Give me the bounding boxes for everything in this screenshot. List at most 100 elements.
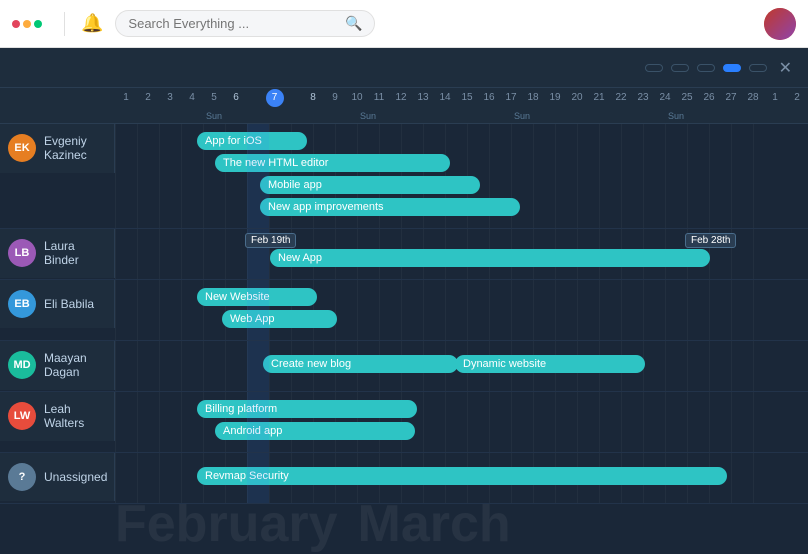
grid-line [159,341,160,391]
days-button[interactable] [697,64,715,72]
grid-line [731,392,732,452]
grid-line [203,229,204,279]
grid-line [357,280,358,340]
grid-line [335,280,336,340]
ruler-day-26: 26 [698,88,720,108]
grid-line [137,453,138,503]
gantt-bar[interactable]: The new HTML editor [215,154,450,172]
ruler-sun-11: Sun [357,108,379,123]
gantt-bar[interactable]: Billing platform [197,400,417,418]
grid-line [621,280,622,340]
ruler-day-19: 19 [544,88,566,108]
grid-line [401,280,402,340]
row-label-4: LWLeah Walters [0,392,115,441]
gantt-bar[interactable]: New app improvements [260,198,520,216]
grid-line [665,341,666,391]
gantt-bar[interactable]: App for iOS [197,132,307,150]
row-label-0: EKEvgeniy Kazinec [0,124,115,173]
row-avatar-1: LB [8,239,36,267]
grid-line [555,280,556,340]
gantt-bar[interactable]: Web App [222,310,337,328]
grid-line [687,280,688,340]
ruler-sun-10 [335,108,357,123]
timeline-row: LBLaura BinderFeb 19thFeb 28thNew App [0,229,808,280]
ruler-sun-3 [181,108,203,123]
grid-line [577,392,578,452]
grid-line [621,124,622,228]
row-name-0: Evgeniy Kazinec [44,134,106,163]
grid-line [489,392,490,452]
grid-line [115,453,116,503]
ruler-sun-14 [423,108,445,123]
timeline-button[interactable] [671,64,689,72]
ruler-sun-20 [555,108,577,123]
grid-line [709,341,710,391]
search-input[interactable] [128,16,337,31]
ruler-day-21: 21 [588,88,610,108]
months-button[interactable] [749,64,767,72]
rows-container[interactable]: February March EKEvgeniy KazinecApp for … [0,124,808,554]
grid-line [203,341,204,391]
grid-line [467,392,468,452]
ruler-day-7: 7 [266,89,284,107]
gantt-bar[interactable]: Mobile app [260,176,480,194]
grid-line [423,392,424,452]
avatar[interactable] [764,8,796,40]
grid-line [181,341,182,391]
ruler-sun-15 [445,108,467,123]
ruler-sun-12 [379,108,401,123]
header-right [764,8,796,40]
date-pin: Feb 28th [685,233,736,248]
ruler-sun-26 [687,108,709,123]
close-icon[interactable]: ✕ [775,58,796,78]
ruler-day-23: 23 [632,88,654,108]
grid-line [445,280,446,340]
gantt-bar[interactable]: Android app [215,422,415,440]
ruler-day-5: 5 [203,88,225,108]
grid-line [731,453,732,503]
grid-line [423,280,424,340]
ruler-day-16: 16 [478,88,500,108]
row-bars-0: App for iOS The new HTML editor Mobile app… [115,124,808,228]
gantt-bar[interactable]: Revmap Security [197,467,727,485]
gantt-bar[interactable]: New App [270,249,710,267]
row-label-5: ?Unassigned [0,453,115,501]
grid-line [247,341,248,391]
timeline-row: EKEvgeniy Kazinec App for iOS The new HTML… [0,124,808,229]
gantt-bar[interactable]: Dynamic website [455,355,645,373]
grid-line [753,229,754,279]
grid-line [599,280,600,340]
grid-line [115,229,116,279]
row-name-2: Eli Babila [44,297,94,311]
ruler-sun-8 [291,108,313,123]
ruler-sun-7 [269,108,291,123]
ruler-day-9: 9 [324,88,346,108]
ruler-sun-9 [313,108,335,123]
weeks-button[interactable] [723,64,741,72]
ruler-sun-4: Sun [203,108,225,123]
notification-icon[interactable]: 🔔 [81,13,103,34]
ruler-day-11: 11 [368,88,390,108]
grid-line [115,341,116,391]
logo [12,20,48,28]
search-bar[interactable]: 🔍 [115,10,375,37]
ruler-numbers: 1234567891011121314151617181920212223242… [0,88,808,108]
gantt-bar[interactable]: Create new blog [263,355,458,373]
timeline-row: LWLeah Walters Billing platform Android ap… [0,392,808,453]
gantt-bar[interactable]: New Website [197,288,317,306]
timeline-container: 1234567891011121314151617181920212223242… [0,88,808,554]
ruler-sun-27 [709,108,731,123]
logo-dot-orange [23,20,31,28]
search-icon: 🔍 [345,15,362,32]
grid-line [225,229,226,279]
ruler-sun-23 [621,108,643,123]
grid-line [115,124,116,228]
grid-line [137,280,138,340]
ruler-day-8: 8 [302,88,324,108]
owner-button[interactable] [645,64,663,72]
grid-line [753,124,754,228]
ruler-sun-17 [489,108,511,123]
ruler-sun-22 [599,108,621,123]
grid-line [533,280,534,340]
ruler-sun-29 [753,108,775,123]
